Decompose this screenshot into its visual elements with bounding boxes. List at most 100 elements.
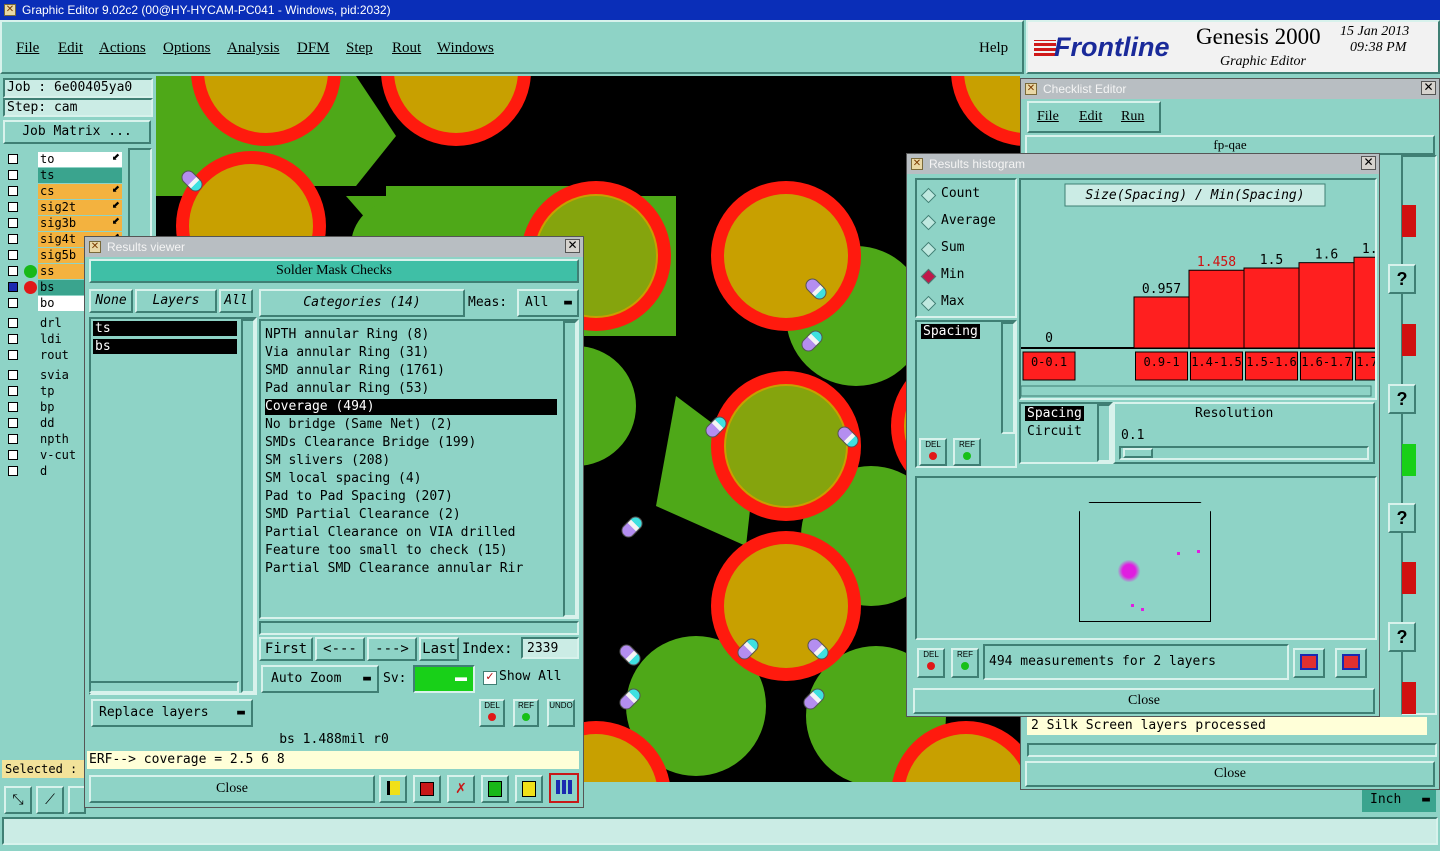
meas-dropdown[interactable]: All ▬ — [517, 289, 579, 317]
layer-checkbox[interactable] — [8, 186, 18, 196]
category-item[interactable]: Pad to Pad Spacing (207) — [265, 489, 557, 505]
category-item[interactable]: SMD annular Ring (1761) — [265, 363, 557, 379]
highlight-icon[interactable] — [379, 775, 407, 803]
histogram-del-button[interactable]: DEL — [919, 438, 947, 466]
menu-file[interactable]: File — [16, 22, 39, 74]
layers-tab[interactable]: Layers — [135, 289, 217, 313]
close-icon[interactable]: ✕ — [1421, 81, 1436, 95]
replace-layers-dropdown[interactable]: Replace layers ▬ — [91, 699, 253, 727]
last-button[interactable]: Last — [419, 637, 459, 661]
category-item[interactable]: SMD Partial Clearance (2) — [265, 507, 557, 523]
layer-name[interactable]: sig3b — [38, 216, 122, 231]
del-tool-button[interactable]: DEL — [479, 699, 505, 727]
export-icon[interactable] — [413, 775, 441, 803]
mode-radio-average[interactable]: Average — [920, 213, 1013, 233]
layer-checkbox[interactable] — [8, 386, 18, 396]
layer-row[interactable]: sig2t ⬋ — [4, 200, 124, 216]
layer-checkbox[interactable] — [8, 282, 18, 292]
layer-checkbox[interactable] — [8, 266, 18, 276]
category-item[interactable]: SM local spacing (4) — [265, 471, 557, 487]
layer-checkbox[interactable] — [8, 434, 18, 444]
category-item[interactable]: SM slivers (208) — [265, 453, 557, 469]
category-item[interactable]: Via annular Ring (31) — [265, 345, 557, 361]
layer-row[interactable]: to ⬋ — [4, 152, 124, 168]
layer-name[interactable]: sig2t — [38, 200, 122, 215]
notes-icon[interactable] — [515, 775, 543, 803]
results-layer-item[interactable]: ts — [93, 321, 237, 336]
histogram-list-item[interactable]: Spacing — [921, 324, 980, 339]
menu-dfm[interactable]: DFM — [297, 22, 330, 74]
checklist-editor-titlebar[interactable]: ✕ Checklist Editor ✕ — [1021, 79, 1439, 99]
mode-radio-sum[interactable]: Sum — [920, 240, 1013, 260]
menu-analysis[interactable]: Analysis — [227, 22, 280, 74]
category-item[interactable]: Pad annular Ring (53) — [265, 381, 557, 397]
category-item[interactable]: SMDs Clearance Bridge (199) — [265, 435, 557, 451]
help-icon[interactable]: ? — [1388, 264, 1416, 294]
category-item[interactable]: No bridge (Same Net) (2) — [265, 417, 557, 433]
category-item[interactable]: Partial Clearance on VIA drilled — [265, 525, 557, 541]
menu-windows[interactable]: Windows — [437, 22, 494, 74]
histogram-list-scrollbar[interactable] — [1001, 322, 1015, 434]
layer-row[interactable]: cs ⬋ — [4, 184, 124, 200]
checklist-menu-edit[interactable]: Edit — [1079, 109, 1102, 125]
index-input[interactable] — [521, 637, 579, 659]
results-viewer-close-button[interactable]: Close — [89, 775, 375, 803]
categories-header[interactable]: Categories (14) — [259, 289, 465, 317]
layer-checkbox[interactable] — [8, 466, 18, 476]
slider-thumb[interactable] — [1123, 448, 1153, 458]
zoom-box-icon[interactable]: ⤡ — [4, 786, 32, 814]
fit-results-icon[interactable] — [1335, 648, 1367, 678]
layer-checkbox[interactable] — [8, 334, 18, 344]
next-button[interactable]: ---> — [367, 637, 417, 661]
mode-radio-min[interactable]: Min — [920, 267, 1013, 287]
layer-checkbox[interactable] — [8, 450, 18, 460]
layer-checkbox[interactable] — [8, 218, 18, 228]
none-tab[interactable]: None — [89, 289, 133, 313]
help-icon[interactable]: ? — [1388, 622, 1416, 652]
histogram-close-button[interactable]: Close — [913, 688, 1375, 714]
layer-checkbox[interactable] — [8, 350, 18, 360]
preview-del-button[interactable]: DEL — [917, 648, 945, 678]
show-all-checkbox[interactable]: ✓ — [483, 671, 497, 685]
menu-options[interactable]: Options — [163, 22, 211, 74]
layers-icon[interactable] — [481, 775, 509, 803]
category-item[interactable]: NPTH annular Ring (8) — [265, 327, 557, 343]
app-icon[interactable]: ✕ — [4, 4, 16, 16]
layer-name[interactable]: to — [38, 152, 122, 167]
results-layer-hscroll[interactable] — [89, 681, 239, 693]
checklist-hscroll[interactable] — [1027, 743, 1437, 757]
histogram-icon[interactable] — [549, 773, 579, 803]
undo-tool-button[interactable]: UNDO — [547, 699, 575, 727]
checklist-menu-run[interactable]: Run — [1121, 109, 1144, 125]
inch-units-button[interactable]: Inch ▬ — [1362, 790, 1436, 812]
menu-edit[interactable]: Edit — [58, 22, 83, 74]
auto-zoom-dropdown[interactable]: Auto Zoom ▬ — [261, 665, 379, 693]
layer-row[interactable]: sig3b ⬋ — [4, 216, 124, 232]
layer-checkbox[interactable] — [8, 170, 18, 180]
resolution-slider[interactable] — [1119, 446, 1369, 460]
layer-checkbox[interactable] — [8, 298, 18, 308]
menu-actions[interactable]: Actions — [99, 22, 146, 74]
mode-radio-count[interactable]: Count — [920, 186, 1013, 206]
layer-checkbox[interactable] — [8, 250, 18, 260]
first-button[interactable]: First — [259, 637, 313, 661]
layer-checkbox[interactable] — [8, 418, 18, 428]
layer-checkbox[interactable] — [8, 154, 18, 164]
results-layer-item[interactable]: bs — [93, 339, 237, 354]
results-viewer-titlebar[interactable]: ✕ Results viewer ✕ — [85, 237, 583, 257]
layer-checkbox[interactable] — [8, 234, 18, 244]
job-matrix-button[interactable]: Job Matrix ... — [3, 120, 151, 144]
close-icon[interactable]: ✕ — [1361, 156, 1376, 170]
layer-row[interactable]: ts — [4, 168, 124, 184]
histogram-list2-item[interactable]: Circuit — [1025, 424, 1084, 439]
menu-step[interactable]: Step — [346, 22, 373, 74]
zoom-results-icon[interactable] — [1293, 648, 1325, 678]
category-item[interactable]: Coverage (494) — [265, 399, 557, 415]
results-layer-scrollbar[interactable] — [241, 319, 255, 693]
menu-help[interactable]: Help — [979, 22, 1008, 74]
histogram-list2-scrollbar[interactable] — [1097, 404, 1111, 462]
menu-rout[interactable]: Rout — [392, 22, 421, 74]
layer-checkbox[interactable] — [8, 402, 18, 412]
close-icon[interactable]: ✕ — [565, 239, 580, 253]
layer-checkbox[interactable] — [8, 370, 18, 380]
